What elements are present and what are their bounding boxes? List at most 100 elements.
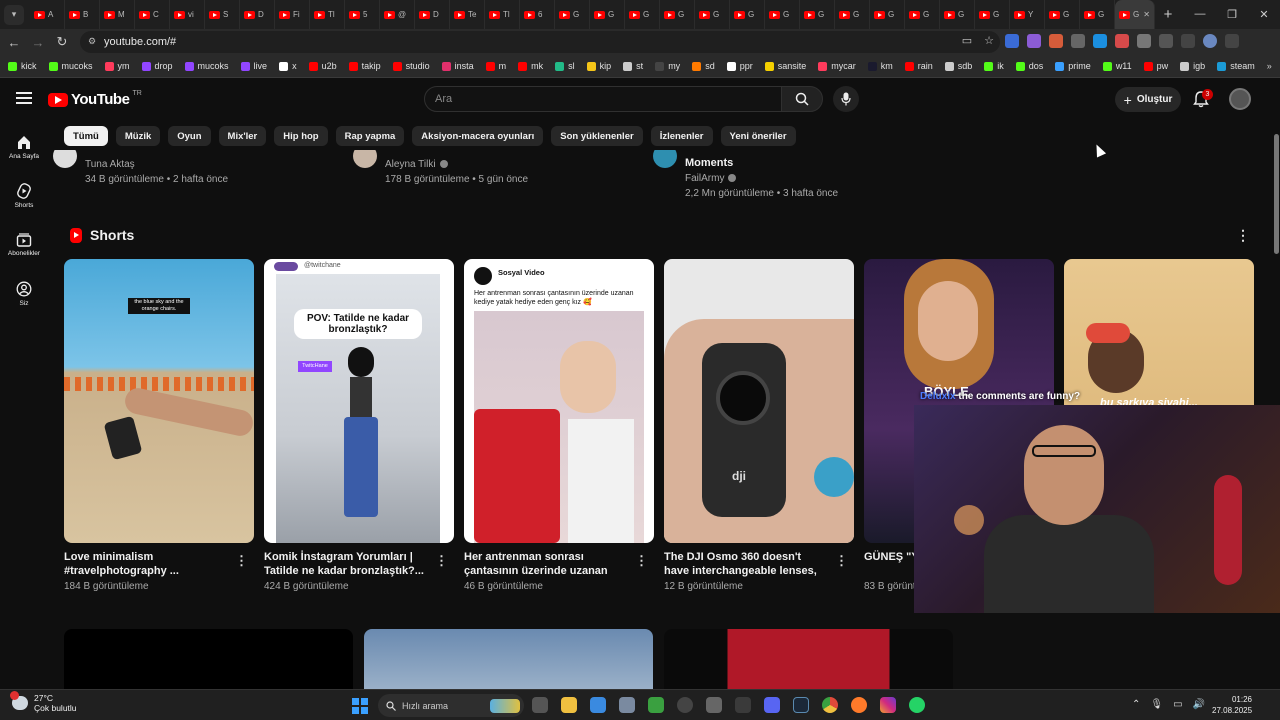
browser-tab[interactable]: G <box>870 0 905 29</box>
youtube-logo[interactable]: YouTube TR <box>48 90 142 108</box>
app-icon[interactable] <box>735 697 751 713</box>
filter-chip[interactable]: İzlenenler <box>650 126 713 146</box>
menu-icon[interactable] <box>16 92 32 104</box>
short-card[interactable]: the blue sky and the orange chairs. Love… <box>64 259 254 592</box>
bookmark-item[interactable]: ym <box>104 61 130 71</box>
file-explorer-icon[interactable] <box>561 697 577 713</box>
video-meta[interactable]: Aleyna Tilki 178 B görüntüleme • 5 gün ö… <box>385 159 528 185</box>
browser-tab[interactable]: S <box>205 0 240 29</box>
short-title[interactable]: The DJI Osmo 360 doesn't have interchang… <box>664 550 829 578</box>
bookmark-item[interactable]: drop <box>141 61 173 71</box>
taskbar-clock[interactable]: 01:26 27.08.2025 <box>1212 694 1252 716</box>
sidebar-item-you[interactable]: Siz <box>0 269 48 318</box>
bookmark-item[interactable]: ik <box>984 61 1004 71</box>
browser-tab[interactable]: G <box>765 0 800 29</box>
extension-icon[interactable] <box>1071 34 1085 48</box>
profile-avatar[interactable] <box>1203 34 1217 48</box>
bookmark-item[interactable]: ppr <box>726 61 753 71</box>
start-button[interactable] <box>352 698 368 714</box>
bookmark-item[interactable]: pw <box>1143 61 1168 71</box>
task-view-icon[interactable] <box>532 697 548 713</box>
filter-chip[interactable]: Yeni öneriler <box>720 126 796 146</box>
bookmark-item[interactable]: studio <box>392 61 430 71</box>
store-icon[interactable] <box>590 697 606 713</box>
filter-chip[interactable]: Tümü <box>64 126 108 146</box>
extension-icon[interactable] <box>1049 34 1063 48</box>
browser-tab[interactable]: G <box>1080 0 1115 29</box>
taskbar-search[interactable]: Hızlı arama <box>378 694 524 717</box>
bookmark-item[interactable]: dos <box>1015 61 1043 71</box>
browser-tab[interactable]: D <box>240 0 275 29</box>
filter-chip[interactable]: Mix'ler <box>218 126 267 146</box>
browser-tab[interactable]: G <box>695 0 730 29</box>
short-thumbnail[interactable]: the blue sky and the orange chairs. <box>64 259 254 543</box>
short-title[interactable]: Love minimalism #travelphotography ... <box>64 550 229 578</box>
short-title[interactable]: Her antrenman sonrası çantasının üzerind… <box>464 550 629 578</box>
bookmark-item[interactable]: mucoks <box>184 61 229 71</box>
short-title[interactable]: Komik İnstagram Yorumları | Tatilde ne k… <box>264 550 429 578</box>
app-icon[interactable] <box>706 697 722 713</box>
bookmark-item[interactable]: mycar <box>818 61 856 71</box>
instagram-icon[interactable] <box>880 697 896 713</box>
extension-icon[interactable] <box>1115 34 1129 48</box>
extension-icon[interactable] <box>1027 34 1041 48</box>
cast-icon[interactable]: ▭ <box>962 34 972 47</box>
whatsapp-icon[interactable] <box>909 697 925 713</box>
volume-icon[interactable]: 🔊 <box>1193 699 1205 710</box>
bookmark-star-icon[interactable]: ☆ <box>984 34 994 47</box>
bookmark-item[interactable]: w11 <box>1102 61 1132 71</box>
video-meta[interactable]: Tuna Aktaş 34 B görüntüleme • 2 hafta ön… <box>85 159 228 185</box>
forward-icon[interactable]: → <box>26 35 50 50</box>
weather-widget[interactable]: 27°C Çok bulutlu <box>10 691 77 713</box>
browser-tab[interactable]: G <box>940 0 975 29</box>
browser-tab[interactable]: D <box>415 0 450 29</box>
browser-tab[interactable]: G <box>625 0 660 29</box>
extension-icon[interactable] <box>1005 34 1019 48</box>
browser-tab[interactable]: Y <box>1010 0 1045 29</box>
browser-tab[interactable]: M <box>100 0 135 29</box>
microphone-tray-icon[interactable]: 🎙 <box>1150 699 1163 710</box>
browser-tab[interactable]: B <box>65 0 100 29</box>
voice-search-button[interactable] <box>833 86 859 112</box>
search-input[interactable]: Ara <box>424 86 782 112</box>
address-bar[interactable]: ⚙ youtube.com/# ▭ ☆ <box>80 31 1000 53</box>
browser-tab[interactable]: G <box>590 0 625 29</box>
account-avatar[interactable] <box>1229 88 1251 110</box>
filter-chip[interactable]: Oyun <box>168 126 211 146</box>
short-card[interactable]: Sosyal Video Her antrenman sonrası çanta… <box>464 259 654 592</box>
bookmarks-overflow-icon[interactable]: » <box>1267 61 1272 71</box>
channel-name[interactable]: Aleyna Tilki <box>385 159 528 170</box>
browser-tab[interactable]: vi <box>170 0 205 29</box>
browser-tab[interactable]: G <box>730 0 765 29</box>
video-meta[interactable]: Moments FailArmy 2,2 Mn görüntüleme • 3 … <box>685 157 838 199</box>
new-tab-button[interactable]: + <box>1155 6 1181 23</box>
tab-search-button[interactable]: ▾ <box>4 4 24 25</box>
extension-icon[interactable] <box>1093 34 1107 48</box>
browser-tab[interactable]: 6 <box>520 0 555 29</box>
reload-icon[interactable]: ↻ <box>50 34 74 50</box>
bookmark-item[interactable]: m <box>485 61 506 71</box>
bookmark-item[interactable]: u2b <box>308 61 337 71</box>
close-tab-icon[interactable]: ✕ <box>1143 10 1150 19</box>
create-button[interactable]: + Oluştur <box>1115 87 1181 112</box>
filter-chip[interactable]: Rap yapma <box>335 126 405 146</box>
browser-tab[interactable]: G <box>555 0 590 29</box>
back-icon[interactable]: ← <box>2 35 26 50</box>
browser-tab[interactable]: A <box>30 0 65 29</box>
bookmark-item[interactable]: steam <box>1217 61 1255 71</box>
short-card[interactable]: dji The DJI Osmo 360 doesn't have interc… <box>664 259 854 592</box>
video-card[interactable] <box>664 629 953 689</box>
short-menu-icon[interactable]: ⋮ <box>635 553 648 569</box>
browser-tab[interactable]: Tl <box>485 0 520 29</box>
browser-menu-icon[interactable] <box>1225 34 1239 48</box>
browser-tab[interactable]: G <box>835 0 870 29</box>
restore-icon[interactable]: ❐ <box>1216 8 1248 21</box>
bookmark-item[interactable]: rain <box>904 61 933 71</box>
bookmark-item[interactable]: live <box>240 61 267 71</box>
close-window-icon[interactable]: ✕ <box>1248 8 1280 21</box>
bookmark-item[interactable]: igb <box>1180 61 1205 71</box>
bookmark-item[interactable]: takip <box>348 61 381 71</box>
browser-tab[interactable]: G <box>660 0 695 29</box>
short-thumbnail[interactable]: Sosyal Video Her antrenman sonrası çanta… <box>464 259 654 543</box>
browser-tab[interactable]: @ <box>380 0 415 29</box>
